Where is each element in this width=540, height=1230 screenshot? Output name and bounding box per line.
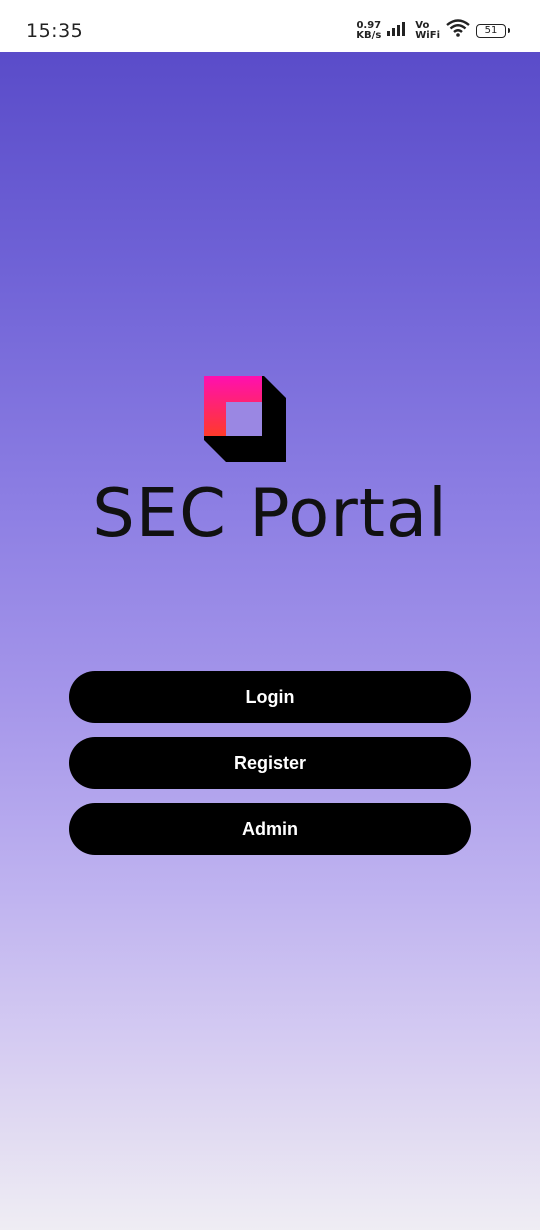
- vowifi-indicator: Vo WiFi: [415, 19, 440, 41]
- login-button[interactable]: Login: [69, 671, 471, 723]
- signal-icon: [387, 20, 409, 41]
- app-screen: 15:35 0.97 KB/s Vo WiFi 51 SEC Portal Lo…: [0, 0, 540, 1230]
- wifi-label: WiFi: [415, 29, 440, 41]
- network-speed-unit: KB/s: [356, 29, 382, 41]
- vo-label: Vo: [415, 19, 430, 31]
- admin-button[interactable]: Admin: [69, 803, 471, 855]
- status-bar: 15:35 0.97 KB/s Vo WiFi 51: [0, 0, 540, 52]
- status-icons: 0.97 KB/s Vo WiFi 51: [356, 19, 510, 42]
- network-speed-value: 0.97: [356, 19, 382, 31]
- app-background: [0, 52, 540, 1230]
- battery-icon: 51: [476, 23, 510, 38]
- network-speed: 0.97 KB/s: [356, 19, 382, 41]
- wifi-icon: [446, 19, 470, 42]
- status-time: 15:35: [26, 20, 84, 42]
- brand-title: SEC Portal: [92, 474, 448, 552]
- sec-portal-logo: [204, 376, 286, 462]
- register-button[interactable]: Register: [69, 737, 471, 789]
